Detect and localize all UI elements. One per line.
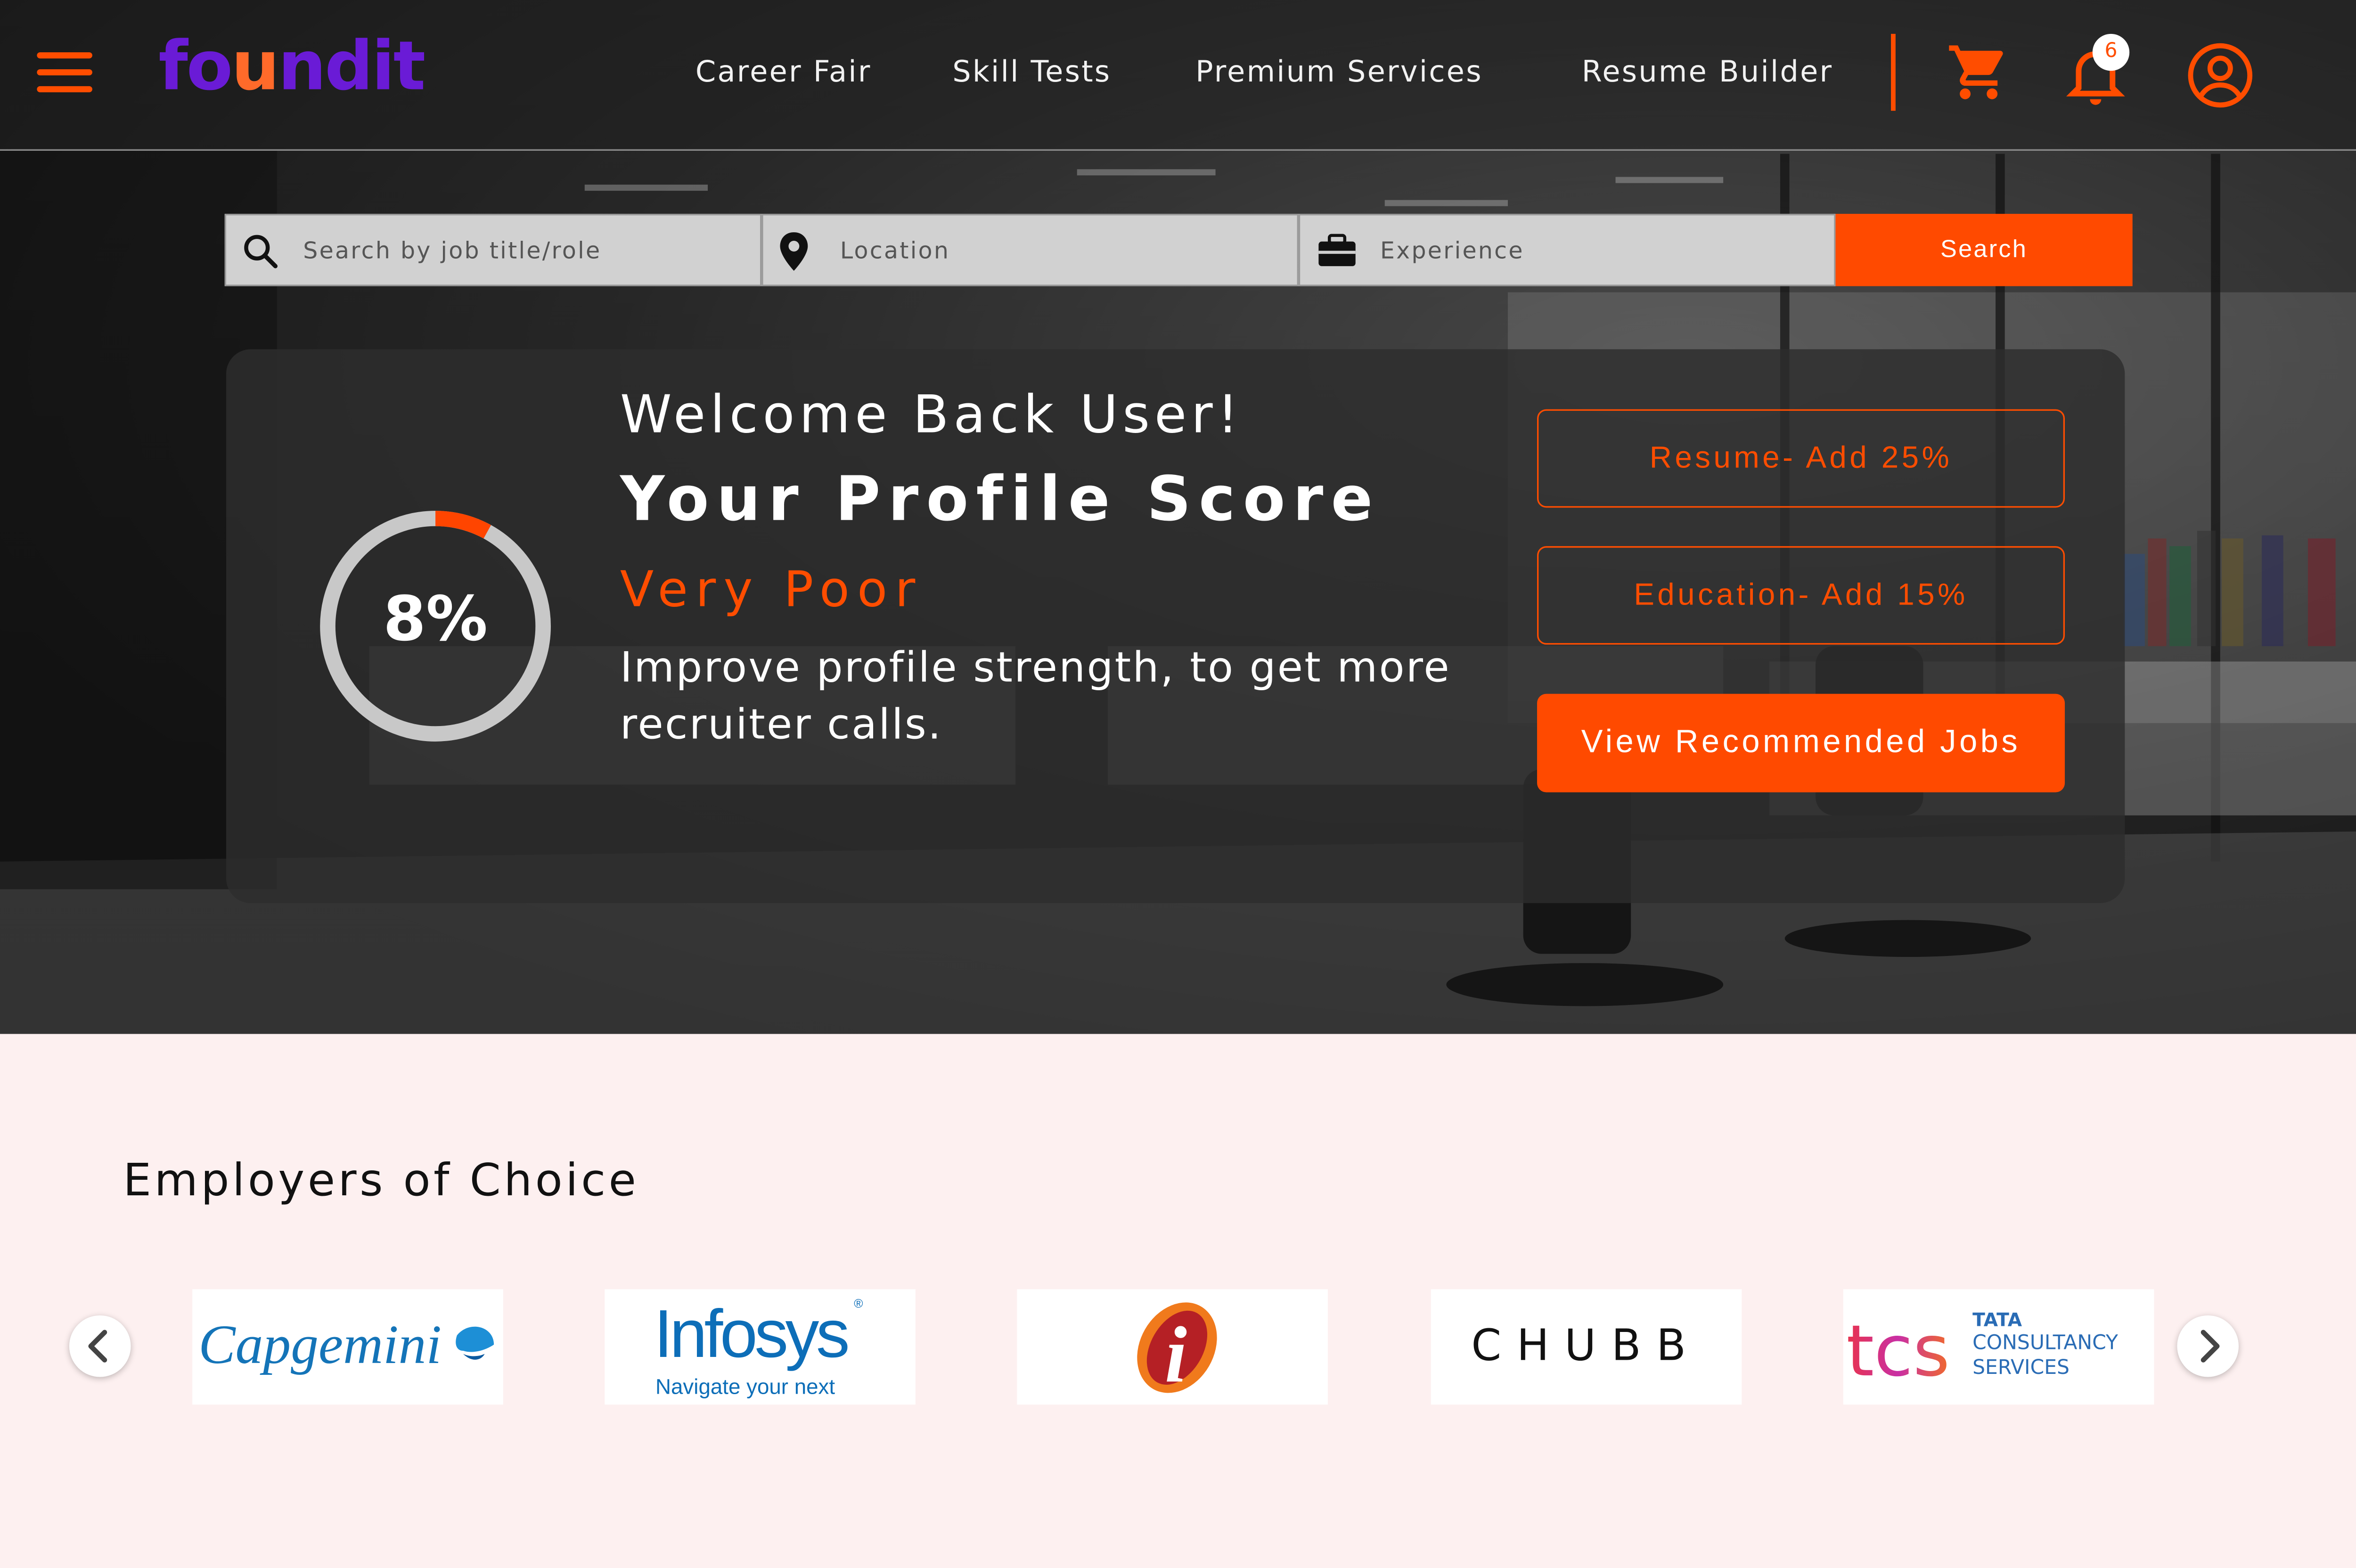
search-button[interactable]: Search xyxy=(1835,213,2133,286)
carousel-prev-button[interactable] xyxy=(69,1315,131,1377)
tcs-logo-line-3: SERVICES xyxy=(1972,1356,2070,1379)
welcome-heading: Welcome Back User! xyxy=(620,384,1243,446)
job-search-field[interactable]: Search by job title/role xyxy=(224,213,762,286)
tcs-logo: tcs TATA CONSULTANCY SERVICES xyxy=(1846,1310,2118,1392)
profile-rating: Very Poor xyxy=(620,560,923,619)
employer-logo-capgemini[interactable]: Capgemini xyxy=(192,1289,503,1405)
cart-icon[interactable] xyxy=(1947,40,2011,105)
hero-banner: foundit Career Fair Skill Tests Premium … xyxy=(0,0,2356,1034)
tcs-logo-line-1: TATA xyxy=(1972,1310,2022,1331)
location-pin-icon xyxy=(780,232,808,271)
profile-score-value: 8% xyxy=(383,584,488,656)
infosys-tagline: Navigate your next xyxy=(655,1374,835,1398)
infosys-logo-text: Infosys xyxy=(654,1296,848,1372)
notification-count-badge: 6 xyxy=(2092,33,2130,71)
foundit-logo[interactable]: foundit xyxy=(158,28,425,106)
user-profile-icon[interactable] xyxy=(2186,41,2254,109)
hamburger-menu-icon[interactable] xyxy=(37,52,92,92)
profile-improve-message: Improve profile strength, to get more re… xyxy=(620,645,1451,750)
nav-skill-tests[interactable]: Skill Tests xyxy=(952,56,1111,90)
nav-divider xyxy=(1891,33,1896,111)
employers-section-title: Employers of Choice xyxy=(123,1153,639,1206)
experience-field[interactable]: Experience xyxy=(1298,213,1836,286)
add-education-button[interactable]: Education- Add 15% xyxy=(1537,546,2065,645)
nav-career-fair[interactable]: Career Fair xyxy=(695,56,872,90)
search-icon xyxy=(244,235,278,269)
location-field[interactable]: Location xyxy=(761,213,1299,286)
chevron-left-icon xyxy=(88,1330,107,1363)
tcs-logo-line-2: CONSULTANCY xyxy=(1972,1331,2118,1355)
chevron-right-icon xyxy=(2201,1330,2220,1363)
nav-premium-services[interactable]: Premium Services xyxy=(1195,56,1483,90)
view-recommended-jobs-button[interactable]: View Recommended Jobs xyxy=(1537,694,2065,792)
nav-resume-builder[interactable]: Resume Builder xyxy=(1582,56,1833,90)
chubb-logo-text: CHUBB xyxy=(1471,1320,1701,1371)
tcs-logo-text: tcs xyxy=(1846,1310,1950,1392)
job-search-placeholder: Search by job title/role xyxy=(303,237,602,265)
experience-placeholder: Experience xyxy=(1380,237,1524,265)
add-resume-button[interactable]: Resume- Add 25% xyxy=(1537,409,2065,508)
top-navigation-bar: foundit Career Fair Skill Tests Premium … xyxy=(0,0,2356,151)
briefcase-icon xyxy=(1318,234,1356,266)
capgemini-logo-text: Capgemini xyxy=(198,1314,442,1375)
employer-logo-icici[interactable]: i xyxy=(1017,1289,1328,1405)
employer-logo-chubb[interactable]: CHUBB xyxy=(1431,1289,1742,1405)
infosys-logo: Infosys ® Navigate your next xyxy=(654,1296,863,1398)
capgemini-logo: Capgemini xyxy=(198,1314,494,1375)
svg-text:®: ® xyxy=(854,1297,863,1311)
employer-logo-infosys[interactable]: Infosys ® Navigate your next xyxy=(605,1289,916,1405)
employer-logo-tcs[interactable]: tcs TATA CONSULTANCY SERVICES xyxy=(1843,1289,2154,1405)
carousel-next-button[interactable] xyxy=(2177,1315,2239,1377)
chubb-logo: CHUBB xyxy=(1471,1320,1701,1371)
location-placeholder: Location xyxy=(840,237,950,265)
icici-logo: i xyxy=(1137,1302,1217,1399)
profile-score-title: Your Profile Score xyxy=(620,465,1381,536)
icici-logo-text: i xyxy=(1165,1310,1187,1399)
